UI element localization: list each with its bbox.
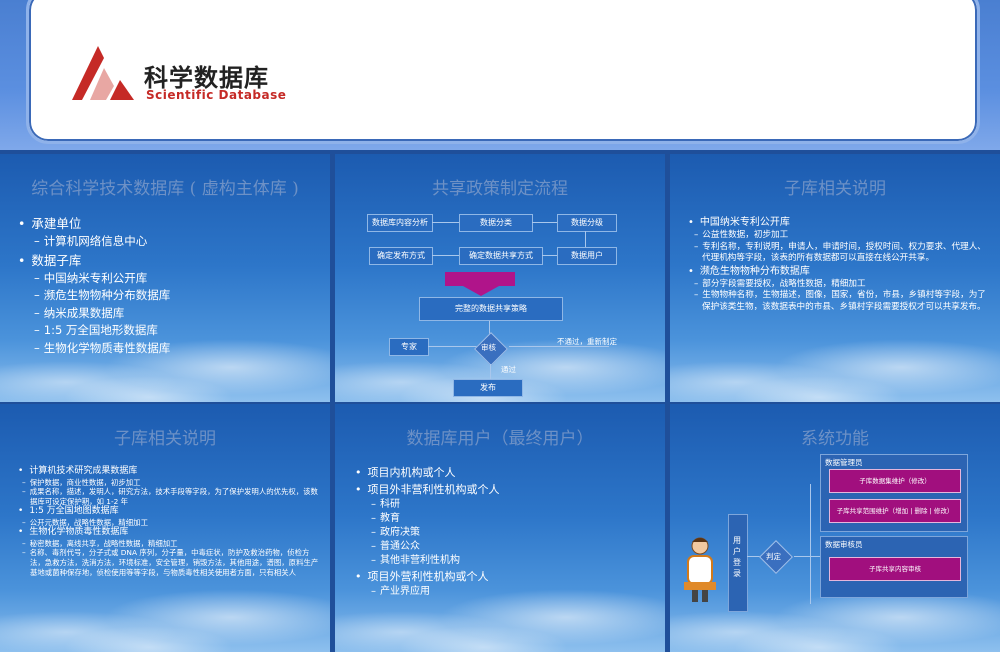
user-login-panel[interactable]: 用户登录 [728,514,748,612]
bullet-item: 计算机技术研究成果数据库 [18,466,320,478]
admin-function-item[interactable]: 子库共享范围维护（增加 | 删除 | 修改） [829,499,961,523]
sub-bullet-item: 保护数据，商业性数据，初步加工 [18,478,320,488]
slide-title: 共享政策制定流程 [432,179,568,199]
sub-bullet-item: 濒危生物物种分布数据库 [18,287,320,305]
slide-title: 数据库用户（最终用户） [406,429,594,449]
bullet-item: 数据子库 [18,251,320,270]
flow-connector [432,222,459,223]
slide-title: 综合科学技术数据库 ( 虚构主体库 ) [31,179,299,199]
title-slide[interactable]: 科学数据库 Scientific Database [0,0,1000,150]
slide-title: 子库相关说明 [784,179,886,199]
bullet-item: 项目内机构或个人 [355,464,655,481]
flow-connector [432,255,459,256]
sub-bullet-item: 秘密数据，离线共享，战略性数据，精细加工 [18,539,320,549]
flow-box-content-analysis: 数据库内容分析 [367,214,433,232]
sub-bullet-item: 公开元数据，战略性数据，精细加工 [18,518,320,528]
slide-thumbnail-6[interactable]: 系统功能 用户登录 判定 数据管理员 子库数据集维护（修改） 子库共享范围维护（… [670,404,1000,652]
logo-english-text: Scientific Database [146,88,287,102]
slide-body: 项目内机构或个人 项目外非营利性机构或个人 科研 教育 政府决策 普通公众 其他… [355,464,655,599]
flow-arrow-down-icon [463,286,499,296]
sub-bullet-item: 成果名称，描述，发明人，研究方法，技术手段等字段，为了保护发明人的优先权，该数据… [18,487,320,506]
sub-bullet-item: 部分字段需要授权，战略性数据，精细加工 [688,279,990,291]
flow-connector [490,364,491,380]
flow-connector [428,346,478,347]
sub-bullet-item: 生物化学物质毒性数据库 [18,340,320,358]
sub-bullet-item: 中国纳米专利公开库 [18,270,320,288]
sub-bullet-item: 产业界应用 [355,585,655,599]
slide-body: 承建单位 计算机网络信息中心 数据子库 中国纳米专利公开库 濒危生物物种分布数据… [18,214,320,357]
admin-function-item[interactable]: 子库数据集维护（修改） [829,469,961,493]
slide-title: 系统功能 [801,429,869,449]
flow-box-publish-mode: 确定发布方式 [369,247,433,265]
sub-bullet-item: 1:5 万全国地形数据库 [18,322,320,340]
slide-body: 计算机技术研究成果数据库 保护数据，商业性数据，初步加工 成果名称，描述，发明人… [18,466,320,577]
bullet-item: 项目外非营利性机构或个人 [355,481,655,498]
flow-box-grade: 数据分级 [557,214,617,232]
flow-reject-note: 不通过，重新制定 [557,337,617,346]
sub-bullet-item: 科研 [355,498,655,512]
flow-connector [585,231,586,247]
flow-connector [810,484,811,604]
sub-bullet-item: 纳米成果数据库 [18,305,320,323]
slide-title: 子库相关说明 [114,429,216,449]
flow-box-publish: 发布 [453,379,523,397]
flow-connector [794,556,820,557]
slide-thumbnail-2[interactable]: 共享政策制定流程 数据库内容分析 数据分类 数据分级 确定发布方式 确定数据共享… [335,154,665,402]
slide-body: 中国纳米专利公开库 公益性数据，初步加工 专利名称，专利说明，申请人，申请时间，… [688,216,990,313]
judge-label: 判定 [766,552,781,561]
sub-bullet-item: 其他非营利性机构 [355,554,655,568]
flow-pass-note: 通过 [501,365,516,374]
user-login-label: 用户登录 [733,536,741,578]
data-reviewer-title: 数据审核员 [825,540,863,549]
bullet-item: 项目外营利性机构或个人 [355,568,655,585]
slide-thumbnail-4[interactable]: 子库相关说明 计算机技术研究成果数据库 保护数据，商业性数据，初步加工 成果名称… [0,404,330,652]
sub-bullet-item: 名称、毒剂代号，分子式或 DNA 序列，分子量，中毒症状，防护及救治药物，侦检方… [18,548,320,577]
sub-bullet-item: 计算机网络信息中心 [18,233,320,251]
scientific-database-logo-icon [72,46,134,100]
flow-arrow-body [445,272,515,286]
data-reviewer-panel[interactable]: 数据审核员 子库共享内容审核 [820,536,968,598]
data-admin-title: 数据管理员 [825,458,863,467]
reviewer-function-item[interactable]: 子库共享内容审核 [829,557,961,581]
sub-bullet-item: 专利名称，专利说明，申请人，申请时间，授权时间、权力要求、代理人、代理机构等字段… [688,242,990,265]
flow-box-final-strategy: 完整的数据共享策略 [419,297,563,321]
user-person-icon [684,537,716,602]
slide-thumbnail-3[interactable]: 子库相关说明 中国纳米专利公开库 公益性数据，初步加工 专利名称，专利说明，申请… [670,154,1000,402]
bullet-item: 承建单位 [18,214,320,233]
bullet-item: 濒危生物物种分布数据库 [688,265,990,279]
bullet-item: 1:5 万全国地图数据库 [18,506,320,518]
flow-connector [532,222,557,223]
sub-bullet-item: 普通公众 [355,540,655,554]
sub-bullet-item: 教育 [355,512,655,526]
flow-review-label: 审核 [481,343,496,352]
sub-bullet-item: 生物物种名称，生物描述，图像，国家，省份，市县，乡镇村等字段，为了保护该类生物，… [688,290,990,313]
flow-box-classify: 数据分类 [459,214,533,232]
bullet-item: 中国纳米专利公开库 [688,216,990,230]
flow-box-share-mode: 确定数据共享方式 [459,247,543,265]
flow-box-expert: 专家 [389,338,429,356]
sub-bullet-item: 政府决策 [355,526,655,540]
flow-connector [542,255,557,256]
flow-box-data-users: 数据用户 [557,247,617,265]
data-admin-panel[interactable]: 数据管理员 子库数据集维护（修改） 子库共享范围维护（增加 | 删除 | 修改） [820,454,968,532]
slide-thumbnail-1[interactable]: 综合科学技术数据库 ( 虚构主体库 ) 承建单位 计算机网络信息中心 数据子库 … [0,154,330,402]
sub-bullet-item: 公益性数据，初步加工 [688,230,990,242]
bullet-item: 生物化学物质毒性数据库 [18,527,320,539]
slide-thumbnail-5[interactable]: 数据库用户（最终用户） 项目内机构或个人 项目外非营利性机构或个人 科研 教育 … [335,404,665,652]
